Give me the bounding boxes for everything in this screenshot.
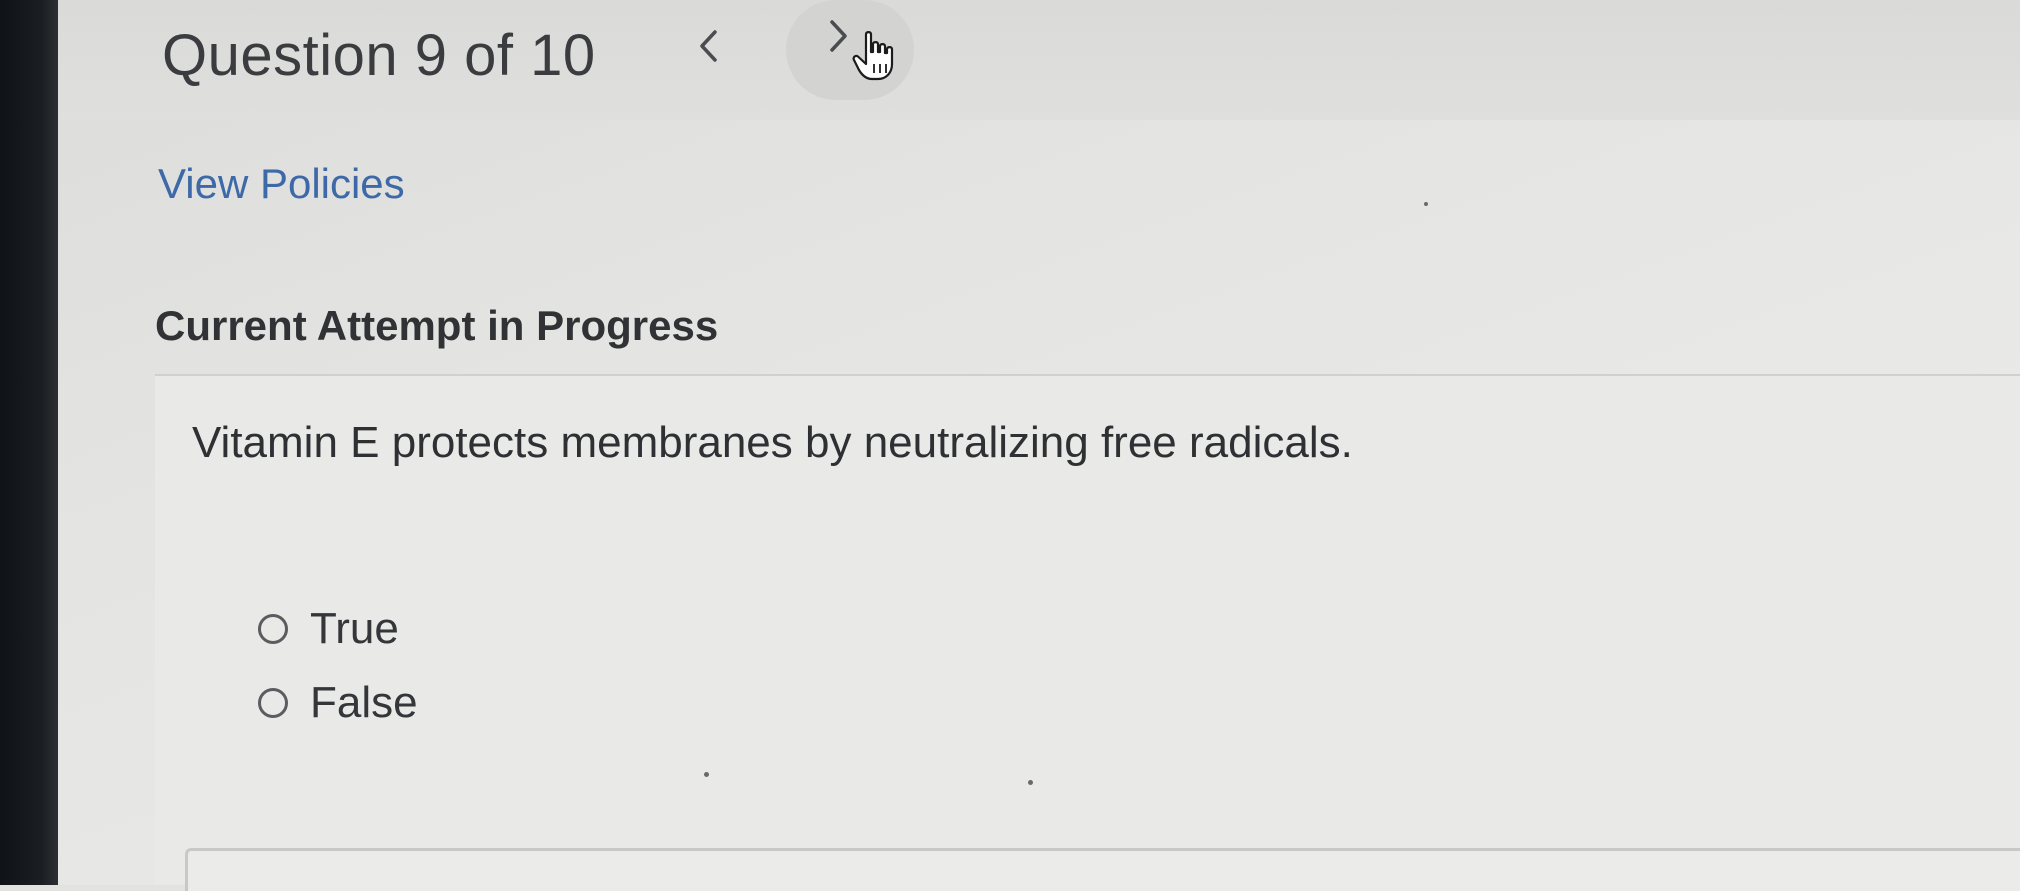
question-counter-title: Question 9 of 10 — [162, 23, 596, 88]
answer-option-label: True — [310, 604, 399, 653]
attempt-status-heading: Current Attempt in Progress — [155, 302, 719, 349]
question-text: Vitamin E protects membranes by neutrali… — [192, 418, 1353, 467]
hand-pointer-cursor-icon — [852, 31, 894, 81]
answer-option-label: False — [310, 678, 418, 727]
screen-dust-speck — [1028, 780, 1033, 785]
answer-option-false[interactable]: False — [258, 678, 418, 728]
previous-question-button[interactable] — [680, 18, 736, 74]
view-policies-link[interactable]: View Policies — [158, 160, 405, 208]
screen-dust-speck — [1424, 202, 1428, 206]
radio-button-true[interactable] — [258, 614, 288, 644]
radio-button-false[interactable] — [258, 688, 288, 718]
screen-dust-speck — [704, 772, 709, 777]
screen-bezel — [0, 0, 58, 885]
chevron-left-icon — [700, 30, 717, 62]
answer-option-true[interactable]: True — [258, 604, 399, 654]
chevron-right-icon — [830, 20, 847, 52]
